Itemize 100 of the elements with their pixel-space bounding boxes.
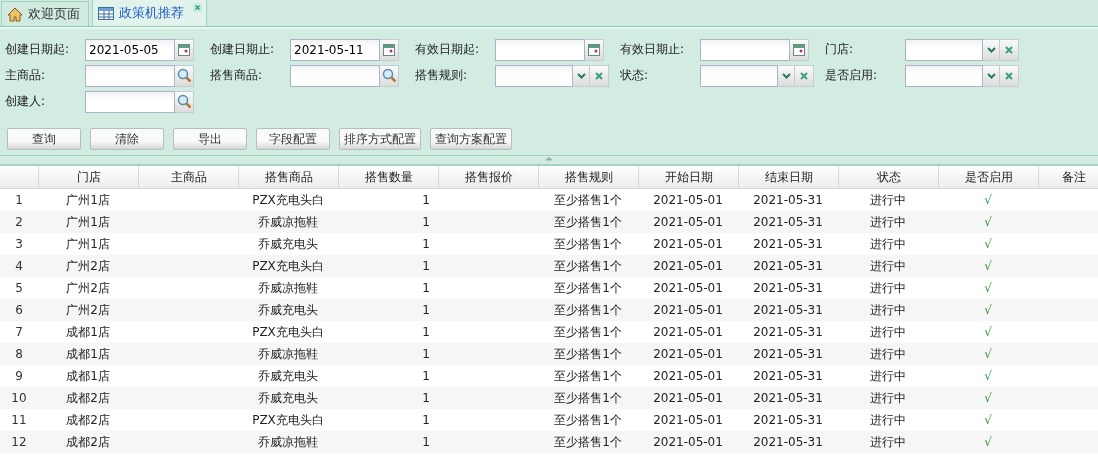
row-number: 11	[10, 413, 28, 427]
toolbar-button[interactable]: 导出	[173, 128, 247, 150]
table-cell-text: 1	[421, 413, 431, 427]
check-mark: √	[983, 281, 993, 295]
check-mark: √	[983, 259, 993, 273]
date-field[interactable]	[700, 38, 790, 61]
table-cell-text: 至少搭售1个	[553, 213, 623, 231]
column-header[interactable]: 主商品	[138, 166, 238, 188]
table-cell-text: 1	[421, 325, 431, 339]
column-header[interactable]: 备注	[1038, 166, 1098, 188]
table-cell-text: PZX充电头白	[251, 323, 325, 341]
check-mark: √	[983, 413, 993, 427]
date-field[interactable]: 2021-05-05	[85, 38, 175, 61]
toolbar-button[interactable]: 清除	[90, 128, 164, 150]
table-cell-text: 2021-05-31	[752, 413, 824, 427]
table-cell-text: 2021-05-01	[652, 391, 724, 405]
table-cell-text: 进行中	[869, 279, 907, 297]
lookup-button[interactable]	[175, 64, 194, 87]
field-label: 状态:	[620, 67, 650, 84]
table-cell-text: 至少搭售1个	[553, 345, 623, 363]
tab[interactable]: 欢迎页面	[1, 1, 89, 26]
lookup-button[interactable]	[175, 90, 194, 113]
caret-icon	[781, 72, 791, 79]
dropdown-button[interactable]	[573, 64, 590, 87]
table-cell-text: 1	[421, 237, 431, 251]
check-mark: √	[983, 347, 993, 361]
date-field[interactable]: 2021-05-11	[290, 38, 380, 61]
table-cell-text: 成都1店	[65, 345, 111, 363]
lookup-button[interactable]	[380, 64, 399, 87]
input-field[interactable]	[85, 64, 175, 87]
column-header[interactable]: 开始日期	[638, 166, 738, 188]
table-cell-text: 成都1店	[65, 323, 111, 341]
column-header[interactable]: 搭售商品	[238, 166, 338, 188]
field-label: 创建日期起:	[5, 41, 71, 58]
clear-button[interactable]	[1000, 64, 1019, 87]
caret-icon	[986, 46, 996, 53]
date-field[interactable]	[495, 38, 585, 61]
check-mark: √	[983, 369, 993, 383]
search-icon	[381, 68, 397, 83]
clear-icon	[1005, 71, 1013, 80]
toolbar-button[interactable]: 排序方式配置	[339, 128, 421, 150]
table-cell-text: 进行中	[869, 191, 907, 209]
table-cell-text: 2021-05-31	[752, 303, 824, 317]
table-cell-text: 广州2店	[65, 257, 111, 275]
row-number: 4	[14, 259, 24, 273]
dropdown-button[interactable]	[778, 64, 795, 87]
clear-button[interactable]	[795, 64, 814, 87]
dropdown-field[interactable]	[905, 38, 983, 61]
clear-icon	[800, 71, 808, 80]
table-cell-text: 至少搭售1个	[553, 411, 623, 429]
table-cell-text: 进行中	[869, 301, 907, 319]
calendar-button[interactable]	[175, 38, 194, 61]
check-mark: √	[983, 215, 993, 229]
table-cell-text: 2021-05-01	[652, 347, 724, 361]
toolbar-button[interactable]: 查询方案配置	[430, 128, 512, 150]
column-header[interactable]: 搭售规则	[538, 166, 638, 188]
clear-button[interactable]	[1000, 38, 1019, 61]
dropdown-field[interactable]	[700, 64, 778, 87]
column-header[interactable]: 状态	[838, 166, 938, 188]
column-header[interactable]: 门店	[38, 166, 138, 188]
clear-button[interactable]	[590, 64, 609, 87]
dropdown-field[interactable]	[495, 64, 573, 87]
column-header[interactable]: 搭售报价	[438, 166, 538, 188]
check-mark: √	[983, 303, 993, 317]
row-number: 8	[14, 347, 24, 361]
input-field[interactable]	[85, 90, 175, 113]
input-field[interactable]	[290, 64, 380, 87]
column-header[interactable]: 搭售数量	[338, 166, 438, 188]
table-cell-text: 2021-05-01	[652, 435, 724, 449]
column-header[interactable]: 是否启用	[938, 166, 1038, 188]
calendar-button[interactable]	[380, 38, 399, 61]
table-cell-text: PZX充电头白	[251, 411, 325, 429]
table-cell-text: 1	[421, 347, 431, 361]
table-cell-text: 成都2店	[65, 389, 111, 407]
tab[interactable]: 政策机推荐	[92, 0, 207, 26]
table-cell-text: PZX充电头白	[251, 257, 325, 275]
dropdown-button[interactable]	[983, 64, 1000, 87]
row-number: 10	[10, 391, 28, 405]
table-cell-text: 2021-05-01	[652, 237, 724, 251]
table-cell-text: 至少搭售1个	[553, 323, 623, 341]
table-cell-text: 2021-05-01	[652, 369, 724, 383]
table-cell-text: 2021-05-01	[652, 215, 724, 229]
calendar-button[interactable]	[585, 38, 604, 61]
table-cell-text: 广州2店	[65, 279, 111, 297]
field-label: 搭售商品:	[210, 67, 264, 84]
calendar-icon	[793, 43, 805, 56]
toolbar-button[interactable]: 查询	[7, 128, 81, 150]
table-cell-text: 至少搭售1个	[553, 301, 623, 319]
table-cell-text: 1	[421, 369, 431, 383]
table-cell-text: 至少搭售1个	[553, 257, 623, 275]
calendar-button[interactable]	[790, 38, 809, 61]
table-cell-text: 乔威充电头	[257, 367, 319, 385]
field-label: 创建人:	[5, 93, 47, 110]
table-cell-text: 1	[421, 391, 431, 405]
toolbar-button[interactable]: 字段配置	[256, 128, 330, 150]
column-header[interactable]: 结束日期	[738, 166, 838, 188]
dropdown-button[interactable]	[983, 38, 1000, 61]
dropdown-field[interactable]	[905, 64, 983, 87]
close-icon[interactable]	[193, 3, 202, 12]
table-cell-text: 2021-05-31	[752, 259, 824, 273]
